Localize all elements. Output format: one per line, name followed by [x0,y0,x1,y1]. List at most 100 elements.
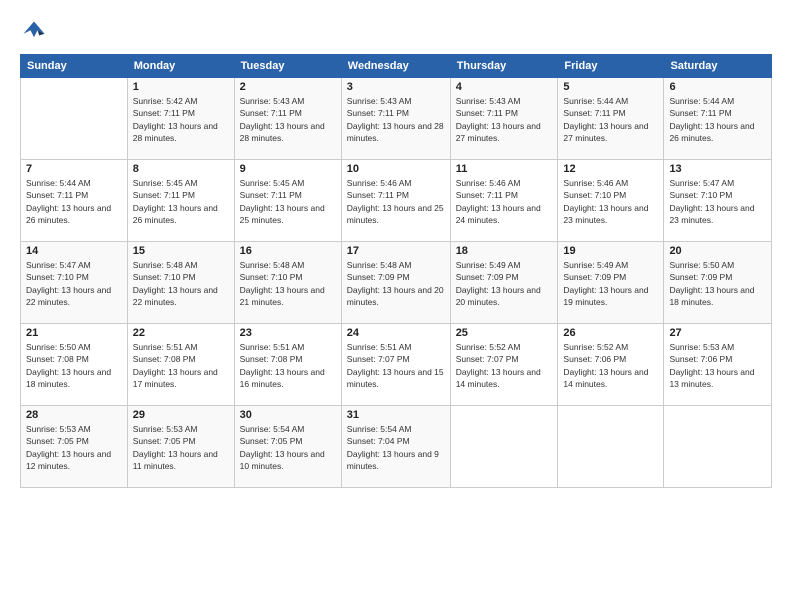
header [20,18,772,46]
daylight-label: Daylight: 13 hours and 26 minutes. [669,121,754,143]
weekday-header-friday: Friday [558,55,664,78]
daylight-label: Daylight: 13 hours and 22 minutes. [26,285,111,307]
calendar-cell: 18 Sunrise: 5:49 AM Sunset: 7:09 PM Dayl… [450,242,558,324]
calendar-cell [558,406,664,488]
day-info: Sunrise: 5:46 AM Sunset: 7:10 PM Dayligh… [563,177,658,226]
sunset-label: Sunset: 7:11 PM [669,108,731,118]
calendar-cell: 20 Sunrise: 5:50 AM Sunset: 7:09 PM Dayl… [664,242,772,324]
day-info: Sunrise: 5:47 AM Sunset: 7:10 PM Dayligh… [669,177,766,226]
calendar-cell: 16 Sunrise: 5:48 AM Sunset: 7:10 PM Dayl… [234,242,341,324]
calendar-cell: 7 Sunrise: 5:44 AM Sunset: 7:11 PM Dayli… [21,160,128,242]
sunset-label: Sunset: 7:11 PM [240,108,302,118]
sunset-label: Sunset: 7:11 PM [456,108,518,118]
sunrise-label: Sunrise: 5:51 AM [347,342,412,352]
day-info: Sunrise: 5:52 AM Sunset: 7:06 PM Dayligh… [563,341,658,390]
day-info: Sunrise: 5:53 AM Sunset: 7:06 PM Dayligh… [669,341,766,390]
daylight-label: Daylight: 13 hours and 18 minutes. [669,285,754,307]
day-info: Sunrise: 5:48 AM Sunset: 7:09 PM Dayligh… [347,259,445,308]
daylight-label: Daylight: 13 hours and 10 minutes. [240,449,325,471]
day-number: 16 [240,245,336,257]
daylight-label: Daylight: 13 hours and 28 minutes. [347,121,444,143]
weekday-header-tuesday: Tuesday [234,55,341,78]
day-info: Sunrise: 5:43 AM Sunset: 7:11 PM Dayligh… [456,95,553,144]
calendar-cell [450,406,558,488]
daylight-label: Daylight: 13 hours and 28 minutes. [240,121,325,143]
sunset-label: Sunset: 7:11 PM [563,108,625,118]
day-info: Sunrise: 5:53 AM Sunset: 7:05 PM Dayligh… [26,423,122,472]
daylight-label: Daylight: 13 hours and 14 minutes. [456,367,541,389]
calendar-cell [664,406,772,488]
daylight-label: Daylight: 13 hours and 14 minutes. [563,367,648,389]
daylight-label: Daylight: 13 hours and 25 minutes. [347,203,444,225]
week-row-1: 1 Sunrise: 5:42 AM Sunset: 7:11 PM Dayli… [21,78,772,160]
daylight-label: Daylight: 13 hours and 26 minutes. [133,203,218,225]
daylight-label: Daylight: 13 hours and 16 minutes. [240,367,325,389]
calendar-cell: 9 Sunrise: 5:45 AM Sunset: 7:11 PM Dayli… [234,160,341,242]
logo-icon [20,18,48,46]
calendar-cell: 25 Sunrise: 5:52 AM Sunset: 7:07 PM Dayl… [450,324,558,406]
daylight-label: Daylight: 13 hours and 25 minutes. [240,203,325,225]
day-info: Sunrise: 5:46 AM Sunset: 7:11 PM Dayligh… [347,177,445,226]
day-number: 6 [669,81,766,93]
sunrise-label: Sunrise: 5:48 AM [133,260,198,270]
calendar-cell: 22 Sunrise: 5:51 AM Sunset: 7:08 PM Dayl… [127,324,234,406]
daylight-label: Daylight: 13 hours and 15 minutes. [347,367,444,389]
sunset-label: Sunset: 7:09 PM [456,272,519,282]
day-number: 18 [456,245,553,257]
day-number: 15 [133,245,229,257]
daylight-label: Daylight: 13 hours and 26 minutes. [26,203,111,225]
sunrise-label: Sunrise: 5:50 AM [669,260,734,270]
calendar-cell: 21 Sunrise: 5:50 AM Sunset: 7:08 PM Dayl… [21,324,128,406]
day-info: Sunrise: 5:43 AM Sunset: 7:11 PM Dayligh… [240,95,336,144]
sunset-label: Sunset: 7:11 PM [133,108,195,118]
calendar-cell: 8 Sunrise: 5:45 AM Sunset: 7:11 PM Dayli… [127,160,234,242]
day-number: 12 [563,163,658,175]
day-number: 8 [133,163,229,175]
sunrise-label: Sunrise: 5:48 AM [240,260,305,270]
sunset-label: Sunset: 7:11 PM [456,190,518,200]
weekday-header-sunday: Sunday [21,55,128,78]
calendar-table: SundayMondayTuesdayWednesdayThursdayFrid… [20,54,772,488]
weekday-header-saturday: Saturday [664,55,772,78]
day-number: 31 [347,409,445,421]
sunset-label: Sunset: 7:06 PM [669,354,732,364]
sunset-label: Sunset: 7:11 PM [240,190,302,200]
sunrise-label: Sunrise: 5:53 AM [669,342,734,352]
sunset-label: Sunset: 7:09 PM [563,272,626,282]
calendar-cell: 14 Sunrise: 5:47 AM Sunset: 7:10 PM Dayl… [21,242,128,324]
sunrise-label: Sunrise: 5:52 AM [456,342,521,352]
sunset-label: Sunset: 7:05 PM [240,436,303,446]
day-info: Sunrise: 5:48 AM Sunset: 7:10 PM Dayligh… [133,259,229,308]
week-row-4: 21 Sunrise: 5:50 AM Sunset: 7:08 PM Dayl… [21,324,772,406]
calendar-cell: 12 Sunrise: 5:46 AM Sunset: 7:10 PM Dayl… [558,160,664,242]
day-number: 21 [26,327,122,339]
sunrise-label: Sunrise: 5:43 AM [347,96,412,106]
sunset-label: Sunset: 7:07 PM [456,354,519,364]
calendar-cell: 30 Sunrise: 5:54 AM Sunset: 7:05 PM Dayl… [234,406,341,488]
daylight-label: Daylight: 13 hours and 20 minutes. [456,285,541,307]
calendar-cell: 17 Sunrise: 5:48 AM Sunset: 7:09 PM Dayl… [341,242,450,324]
day-number: 9 [240,163,336,175]
sunset-label: Sunset: 7:10 PM [26,272,89,282]
day-info: Sunrise: 5:44 AM Sunset: 7:11 PM Dayligh… [563,95,658,144]
daylight-label: Daylight: 13 hours and 19 minutes. [563,285,648,307]
daylight-label: Daylight: 13 hours and 22 minutes. [133,285,218,307]
sunset-label: Sunset: 7:05 PM [133,436,196,446]
sunset-label: Sunset: 7:05 PM [26,436,89,446]
calendar-cell: 26 Sunrise: 5:52 AM Sunset: 7:06 PM Dayl… [558,324,664,406]
day-number: 10 [347,163,445,175]
week-row-3: 14 Sunrise: 5:47 AM Sunset: 7:10 PM Dayl… [21,242,772,324]
day-number: 27 [669,327,766,339]
day-number: 29 [133,409,229,421]
day-number: 20 [669,245,766,257]
sunset-label: Sunset: 7:10 PM [240,272,303,282]
calendar-cell: 11 Sunrise: 5:46 AM Sunset: 7:11 PM Dayl… [450,160,558,242]
day-info: Sunrise: 5:51 AM Sunset: 7:07 PM Dayligh… [347,341,445,390]
sunrise-label: Sunrise: 5:44 AM [563,96,628,106]
day-number: 23 [240,327,336,339]
sunrise-label: Sunrise: 5:47 AM [26,260,91,270]
day-info: Sunrise: 5:48 AM Sunset: 7:10 PM Dayligh… [240,259,336,308]
calendar-cell [21,78,128,160]
sunset-label: Sunset: 7:09 PM [347,272,410,282]
day-number: 17 [347,245,445,257]
